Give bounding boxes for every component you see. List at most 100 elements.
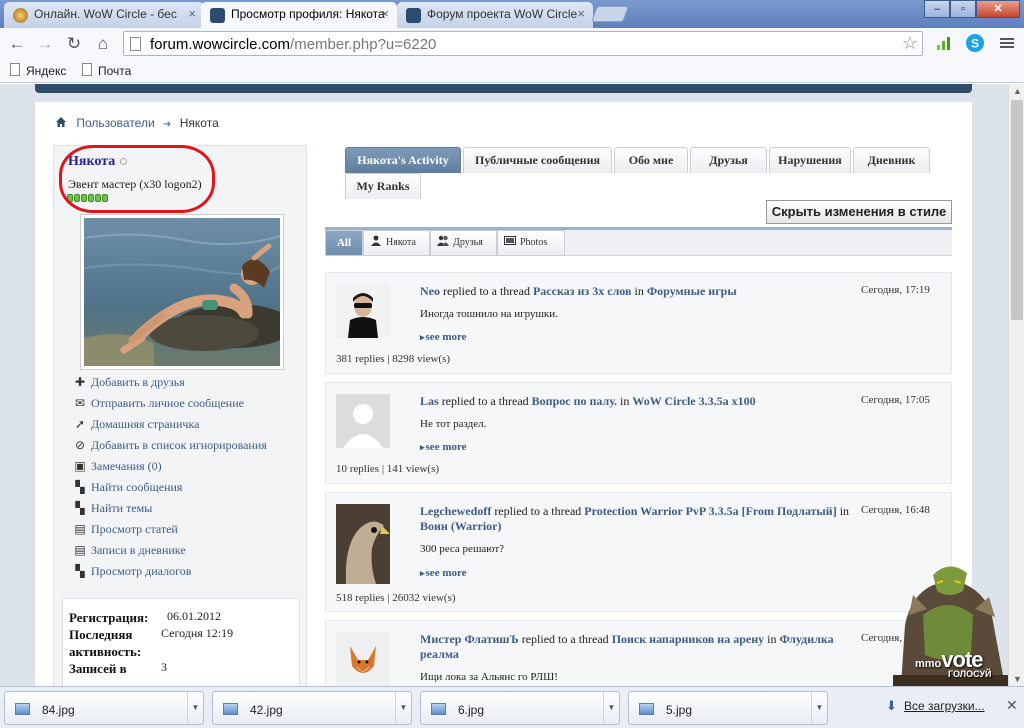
activity-filter-bar: All Някота Друзья Photos [325,230,952,256]
filter-photos[interactable]: Photos [497,230,565,256]
minimize-window-button[interactable]: – [924,0,950,18]
filter-all[interactable]: All [325,230,363,256]
activity-user-link[interactable]: Neo [420,284,440,298]
avatar[interactable] [336,504,390,584]
mmovote-widget[interactable]: mmovote ГОЛОСУЙ [893,555,1008,686]
skype-icon[interactable]: S [965,33,985,53]
download-item[interactable]: 5.jpg ▼ [628,691,828,725]
bookmark-mail[interactable]: Почта [80,63,131,78]
view-dialogs-link[interactable]: ▚ Просмотр диалогов [74,564,267,585]
avatar[interactable] [336,632,390,686]
tab-infractions[interactable]: Нарушения [769,147,851,173]
download-item[interactable]: 42.jpg ▼ [212,691,412,725]
avatar[interactable] [336,394,390,448]
download-item[interactable]: 6.jpg ▼ [420,691,620,725]
close-tab-icon[interactable]: × [577,6,585,21]
download-menu-arrow-icon[interactable]: ▼ [395,692,411,724]
close-downloads-bar-icon[interactable]: ✕ [1006,697,1018,714]
browser-tab-forum[interactable]: Форум проекта WoW Circle × [397,2,593,28]
activity-message: Не тот раздел. [420,418,487,430]
bookmark-star-icon[interactable]: ☆ [902,33,918,54]
diary-entries-link[interactable]: ▤ Записи в дневнике [74,543,267,564]
filter-user[interactable]: Някота [363,230,430,256]
avatar[interactable] [336,284,390,338]
address-bar[interactable]: forum.wowcircle.com/member.php?u=6220 ☆ [123,31,923,56]
close-window-button[interactable]: ✕ [976,0,1020,18]
scroll-down-icon[interactable]: ▼ [1013,674,1022,684]
download-menu-arrow-icon[interactable]: ▼ [603,692,619,724]
browser-tab-profile[interactable]: Просмотр профиля: Някота × [201,2,397,28]
tab-friends[interactable]: Друзья [690,147,767,173]
browser-tab-wowcircle-online[interactable]: Онлайн. WoW Circle - бес × [4,2,204,28]
maximize-window-button[interactable]: ▫ [950,0,976,18]
mmovote-vote-label: ГОЛОСУЙ [948,669,992,679]
download-menu-arrow-icon[interactable]: ▼ [187,692,203,724]
new-tab-button[interactable] [591,6,629,22]
tab-diary[interactable]: Дневник [853,147,930,173]
find-threads-link[interactable]: ▚ Найти темы [74,501,267,522]
browser-tab-strip: Онлайн. WoW Circle - бес × Просмотр проф… [0,0,1024,28]
breadcrumb-arrow-icon: ➜ [163,119,172,130]
activity-thread-link[interactable]: Вопрос по палу. [532,394,617,408]
activity-thread-link[interactable]: Поиск напарников на арену [612,632,764,646]
tab-activity[interactable]: Някота's Activity [345,147,461,173]
activity-item: Legchewedoff replied to a thread Protect… [325,492,952,612]
tab-about-me[interactable]: Обо мне [614,147,688,173]
home-icon[interactable] [55,116,67,128]
activity-thread-link[interactable]: Рассказ из 3х слов [533,284,632,298]
back-button[interactable]: ← [6,33,28,55]
breadcrumb: Пользователи ➜ Някота [55,116,219,130]
home-button[interactable]: ⌂ [92,33,114,55]
scrollbar-thumb[interactable] [1011,100,1023,320]
see-more-link[interactable]: see more [420,331,467,343]
activity-headline: Legchewedoff replied to a thread Protect… [420,504,850,533]
menu-wrench-icon[interactable] [997,33,1017,53]
activity-thread-link[interactable]: Protection Warrior PvP 3.3.5a [From Подл… [584,504,836,518]
activity-message: Иногда тошнило на игрушки. [420,308,558,320]
forward-button[interactable]: → [34,33,56,55]
profile-picture[interactable] [80,214,284,370]
activity-time: Сегодня, 17:05 [861,394,930,406]
homepage-link[interactable]: ➚ Домашняя страничка [74,417,267,438]
filter-friends[interactable]: Друзья [430,230,497,256]
download-menu-arrow-icon[interactable]: ▼ [811,692,827,724]
envelope-icon: ✉ [74,396,86,410]
reload-button[interactable]: ↻ [63,33,85,55]
ignore-link[interactable]: ⊘ Добавить в список игнорирования [74,438,267,459]
activity-user-link[interactable]: Las [420,394,439,408]
activity-user-link[interactable]: Legchewedoff [420,504,491,518]
download-arrow-icon: ⬇ [886,698,897,713]
hide-style-button[interactable]: Скрыть изменения в стиле [766,200,952,224]
close-tab-icon[interactable]: × [188,6,196,21]
activity-forum-link[interactable]: WoW Circle 3.3.5a x100 [632,394,755,408]
tab-public-messages[interactable]: Публичные сообщения [463,147,612,173]
activity-headline: Мистер ФлатишЪ replied to a thread Поиск… [420,632,834,661]
activity-headline: Neo replied to a thread Рассказ из 3х сл… [420,284,737,298]
cursor-icon: ➚ [74,417,86,431]
activity-user-link[interactable]: Мистер ФлатишЪ [420,632,519,646]
infractions-link[interactable]: ▣ Замечания (0) [74,459,267,480]
all-downloads-link[interactable]: ⬇ Все загрузки... [886,699,985,713]
activity-forum-link[interactable]: Воин (Warrior) [420,519,501,533]
close-tab-icon[interactable]: × [381,6,389,21]
send-pm-link[interactable]: ✉ Отправить личное сообщение [74,396,267,417]
signal-bars-icon[interactable] [934,33,954,53]
svg-text:S: S [971,37,979,51]
bookmark-yandex[interactable]: Яндекс [8,63,66,78]
tab-my-ranks[interactable]: My Ranks [345,173,421,199]
download-item[interactable]: 84.jpg ▼ [4,691,204,725]
view-articles-link[interactable]: ▤ Просмотр статей [74,522,267,543]
activity-stats: 10 replies | 141 view(s) [336,463,440,475]
activity-item: Las replied to a thread Вопрос по палу. … [325,382,952,484]
see-more-link[interactable]: see more [420,441,467,453]
activity-forum-link[interactable]: Форумные игры [647,284,737,298]
scroll-up-icon[interactable]: ▲ [1013,86,1022,96]
friends-icon [437,235,449,246]
plus-icon: ✚ [74,375,86,389]
page-scrollbar[interactable]: ▲ ▼ [1008,84,1024,686]
forum-header-strip [35,84,972,93]
add-friend-link[interactable]: ✚ Добавить в друзья [74,375,267,396]
see-more-link[interactable]: see more [420,567,467,579]
find-posts-link[interactable]: ▚ Найти сообщения [74,480,267,501]
breadcrumb-users-link[interactable]: Пользователи [76,116,154,130]
